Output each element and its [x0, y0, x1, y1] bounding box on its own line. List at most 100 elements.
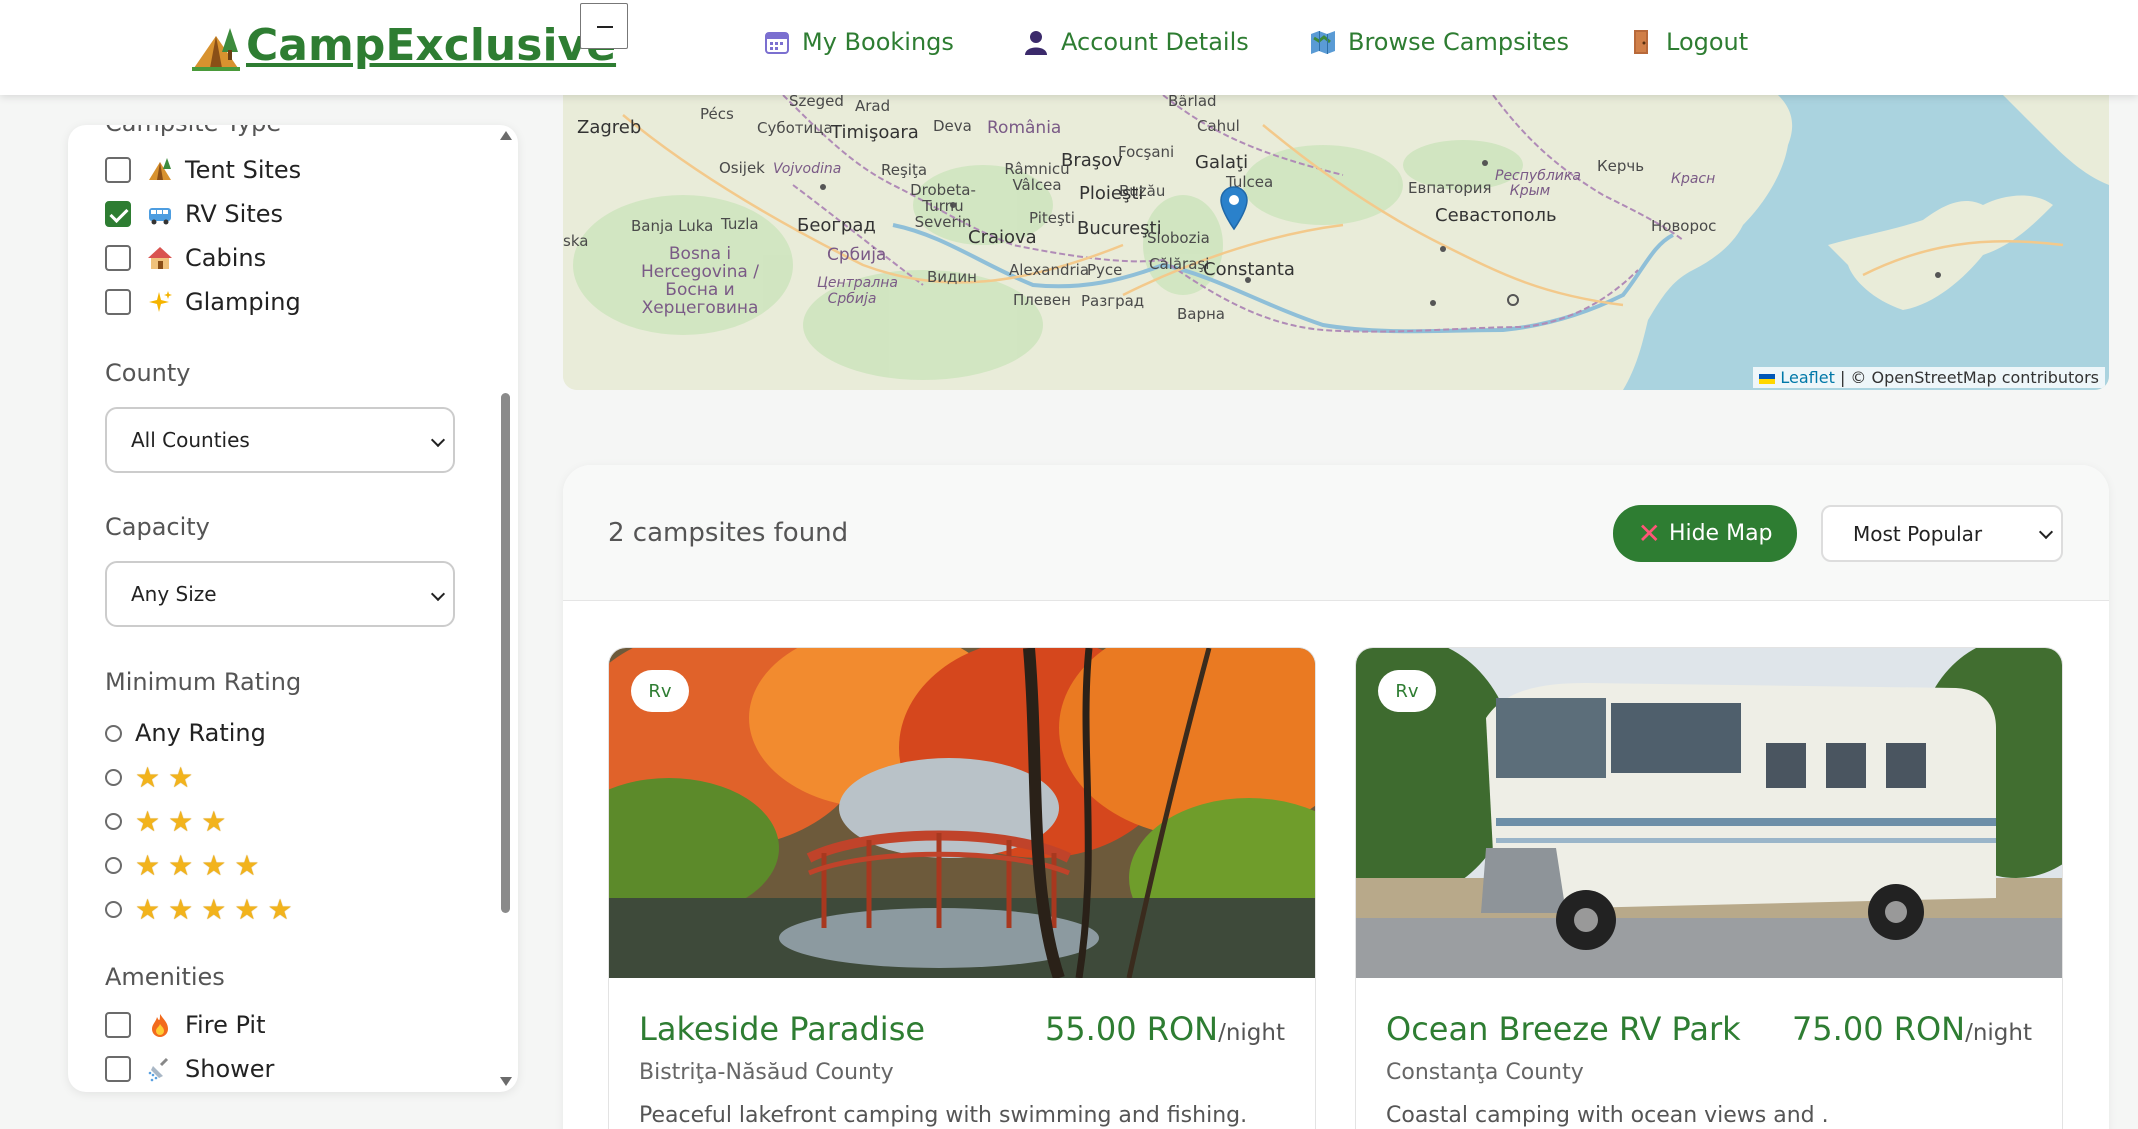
fire-pit-checkbox[interactable]: [105, 1012, 131, 1038]
map-place-label: Călăraşi: [1149, 255, 1210, 273]
scroll-down-arrow-icon[interactable]: [500, 1077, 512, 1086]
map-place-label: Bosna i Hercegovina / Босна и Херцеговин…: [641, 244, 759, 318]
nav-logout[interactable]: Logout: [1628, 28, 1748, 56]
campsite-price: 75.00 RON/night: [1792, 1010, 2032, 1048]
leaflet-link[interactable]: Leaflet: [1780, 368, 1834, 387]
map-place-label: Видин: [927, 268, 977, 286]
star-icon: ★: [135, 761, 161, 794]
price-value: 55.00 RON: [1044, 1010, 1219, 1048]
map-place-label: ska: [563, 232, 589, 250]
campsite-title[interactable]: Ocean Breeze RV Park: [1386, 1010, 1741, 1048]
map-place-label: Cahul: [1197, 117, 1240, 135]
filter-label: RV Sites: [185, 200, 283, 228]
star-icon: ★: [234, 849, 260, 882]
logo[interactable]: CampExclusive: [190, 18, 616, 74]
campsite-county: Constanţa County: [1386, 1060, 1584, 1085]
star-icon: ★: [168, 761, 194, 794]
star-icon: ★: [135, 805, 161, 838]
map-place-label: Евпатория: [1408, 179, 1492, 197]
rating-radio[interactable]: [105, 769, 122, 786]
hide-map-button[interactable]: ✕ Hide Map: [1613, 505, 1797, 562]
map-place-label: Республика Крым: [1495, 168, 1581, 199]
map-place-label: Русе: [1087, 261, 1123, 279]
rating-2-stars-option[interactable]: ★ ★: [105, 761, 201, 794]
map-icon: [1310, 29, 1336, 55]
nav-browse-campsites[interactable]: Browse Campsites: [1310, 28, 1569, 56]
county-select[interactable]: All Counties: [105, 407, 455, 473]
rating-radio[interactable]: [105, 901, 122, 918]
filter-sidebar[interactable]: Campsite Type Tent Sites RV Sites Cabins…: [68, 125, 518, 1092]
price-unit: /night: [1218, 1020, 1285, 1046]
rv-sites-checkbox[interactable]: [105, 201, 131, 227]
map-place-label: Pécs: [700, 105, 734, 123]
map-place-label: Szeged: [789, 95, 844, 110]
nav-account-details[interactable]: Account Details: [1023, 28, 1249, 56]
rating-radio[interactable]: [105, 724, 122, 742]
map-place-label: Красн: [1671, 171, 1716, 187]
campsite-card[interactable]: Rv Lakeside Paradise 55.00 RON/night Bis…: [608, 647, 1316, 1129]
amenities-title: Amenities: [105, 963, 225, 991]
map-zoom-out-button[interactable]: [580, 3, 628, 49]
rating-radio[interactable]: [105, 857, 122, 874]
star-icon: ★: [168, 849, 194, 882]
cabins-checkbox[interactable]: [105, 245, 131, 271]
sort-select-value: Most Popular: [1853, 521, 1983, 546]
map-place-label: Drobeta-Turnu Severin: [910, 181, 976, 231]
rating-3-stars-option[interactable]: ★ ★ ★: [105, 805, 234, 838]
nav-label: Logout: [1666, 28, 1749, 56]
map-place-label: Zagreb: [577, 117, 642, 138]
star-icon: ★: [168, 893, 194, 926]
hide-map-label: Hide Map: [1668, 521, 1773, 546]
map-place-label: Arad: [855, 97, 891, 115]
price-unit: /night: [1965, 1020, 2032, 1046]
tent-logo-icon: [190, 22, 242, 74]
campsite-map[interactable]: Szeged Arad Bârlad Pécs Zagreb Суботица …: [563, 95, 2109, 390]
rating-any-option[interactable]: Any Rating: [105, 719, 266, 747]
results-header: 2 campsites found ✕ Hide Map Most Popula…: [563, 465, 2109, 601]
results-panel: 2 campsites found ✕ Hide Map Most Popula…: [563, 465, 2109, 1129]
type-badge: Rv: [1378, 670, 1436, 712]
scrollbar-thumb[interactable]: [501, 393, 510, 913]
rating-5-stars-option[interactable]: ★ ★ ★ ★ ★: [105, 893, 301, 926]
sidebar-scrollbar[interactable]: [498, 125, 512, 1092]
county-select-value: All Counties: [131, 428, 250, 452]
fire-icon: [147, 1012, 173, 1038]
calendar-icon: [764, 29, 790, 55]
filter-label: Glamping: [185, 288, 301, 316]
amenity-shower[interactable]: Shower: [105, 1055, 274, 1083]
amenity-label: Fire Pit: [185, 1011, 266, 1039]
capacity-select-value: Any Size: [131, 582, 217, 606]
star-icon: ★: [201, 893, 227, 926]
campsite-card[interactable]: Rv Ocean Breeze RV Park 75.00 RON/night …: [1355, 647, 2063, 1129]
amenity-fire-pit[interactable]: Fire Pit: [105, 1011, 265, 1039]
nav-label: Account Details: [1061, 28, 1249, 56]
filter-tent-sites[interactable]: Tent Sites: [105, 156, 301, 184]
close-icon: ✕: [1637, 517, 1661, 550]
capacity-select[interactable]: Any Size: [105, 561, 455, 627]
map-place-label: Focşani: [1118, 143, 1175, 161]
filter-glamping[interactable]: Glamping: [105, 288, 301, 316]
results-count: 2 campsites found: [608, 518, 849, 548]
shower-icon: [147, 1056, 173, 1082]
scroll-up-arrow-icon[interactable]: [500, 131, 512, 140]
shower-checkbox[interactable]: [105, 1056, 131, 1082]
rating-radio[interactable]: [105, 813, 122, 830]
star-icon: ★: [234, 893, 260, 926]
map-place-label: România: [987, 118, 1062, 138]
sort-select[interactable]: Most Popular: [1821, 505, 2063, 562]
nav-my-bookings[interactable]: My Bookings: [764, 28, 954, 56]
star-icon: ★: [168, 805, 194, 838]
campsite-image[interactable]: Rv: [609, 648, 1315, 978]
filter-rv-sites[interactable]: RV Sites: [105, 200, 283, 228]
filter-cabins[interactable]: Cabins: [105, 244, 266, 272]
campsite-title[interactable]: Lakeside Paradise: [639, 1010, 925, 1048]
map-place-label: Constanta: [1203, 259, 1295, 280]
campsite-image[interactable]: Rv: [1356, 648, 2062, 978]
glamping-checkbox[interactable]: [105, 289, 131, 315]
filter-label: Tent Sites: [185, 156, 302, 184]
map-marker-icon[interactable]: [1219, 185, 1249, 231]
map-place-label: Tuzla: [721, 215, 759, 233]
campsite-description: Coastal camping with ocean views and .: [1386, 1103, 1829, 1128]
rating-4-stars-option[interactable]: ★ ★ ★ ★: [105, 849, 267, 882]
tent-sites-checkbox[interactable]: [105, 157, 131, 183]
